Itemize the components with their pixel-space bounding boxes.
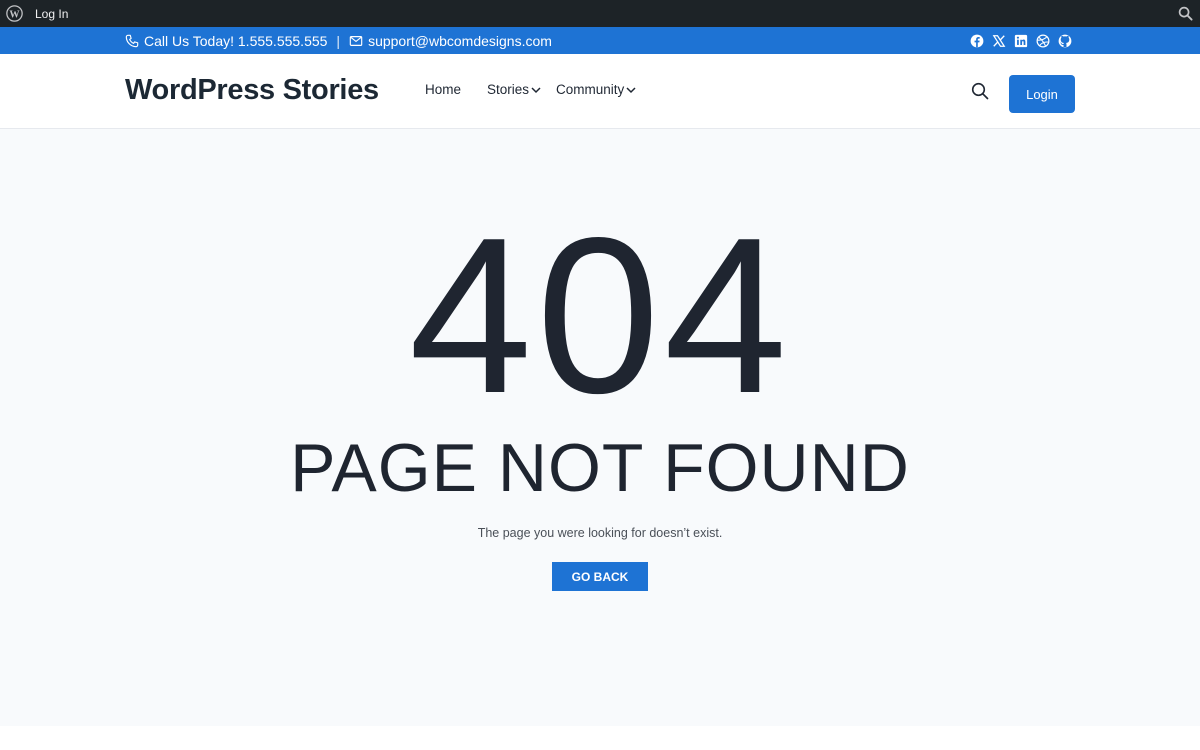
nav-item-label: Community [556, 82, 625, 97]
facebook-icon[interactable] [970, 34, 984, 48]
error-description: The page you were looking for doesn’t ex… [477, 526, 723, 540]
linkedin-icon[interactable] [1014, 34, 1028, 48]
top-contact-bar: Call Us Today! 1.555.555.555 | support@w… [0, 27, 1200, 54]
x-icon[interactable] [992, 34, 1006, 48]
nav-item-home[interactable]: Home [425, 82, 461, 97]
chevron-down-icon [626, 85, 636, 95]
main-nav: Home Stories Community [425, 82, 636, 97]
svg-text:W: W [9, 9, 20, 20]
footer-strip [0, 726, 1200, 750]
error-code: 404 [408, 192, 792, 440]
chevron-down-icon [531, 85, 541, 95]
page-title: PAGE NOT FOUND [290, 430, 910, 506]
email-text[interactable]: support@wbcomdesigns.com [368, 33, 552, 49]
search-icon[interactable] [1178, 6, 1193, 21]
wordpress-icon[interactable]: W [6, 5, 23, 22]
nav-item-stories[interactable]: Stories [487, 82, 541, 97]
nav-item-label: Home [425, 82, 462, 97]
admin-login-link[interactable]: Log In [35, 7, 68, 21]
nav-item-label: Stories [487, 82, 530, 97]
not-found-section: 404 PAGE NOT FOUND The page you were loo… [0, 130, 1200, 726]
contact-separator: | [336, 32, 341, 49]
dribbble-icon[interactable] [1036, 34, 1050, 48]
search-icon[interactable] [971, 82, 989, 100]
github-icon[interactable] [1058, 34, 1072, 48]
phone-text[interactable]: Call Us Today! 1.555.555.555 [144, 33, 327, 49]
social-links [970, 27, 1072, 54]
mail-icon [349, 34, 363, 48]
site-header: WordPress Stories Home Stories Community… [0, 54, 1200, 129]
site-logo[interactable]: WordPress Stories [125, 74, 379, 107]
login-button[interactable]: Login [1009, 75, 1075, 113]
phone-icon [125, 34, 139, 48]
contact-info: Call Us Today! 1.555.555.555 | support@w… [125, 27, 552, 54]
nav-item-community[interactable]: Community [556, 82, 636, 97]
go-back-button[interactable]: GO BACK [552, 562, 648, 591]
admin-bar: W Log In [0, 0, 1200, 27]
